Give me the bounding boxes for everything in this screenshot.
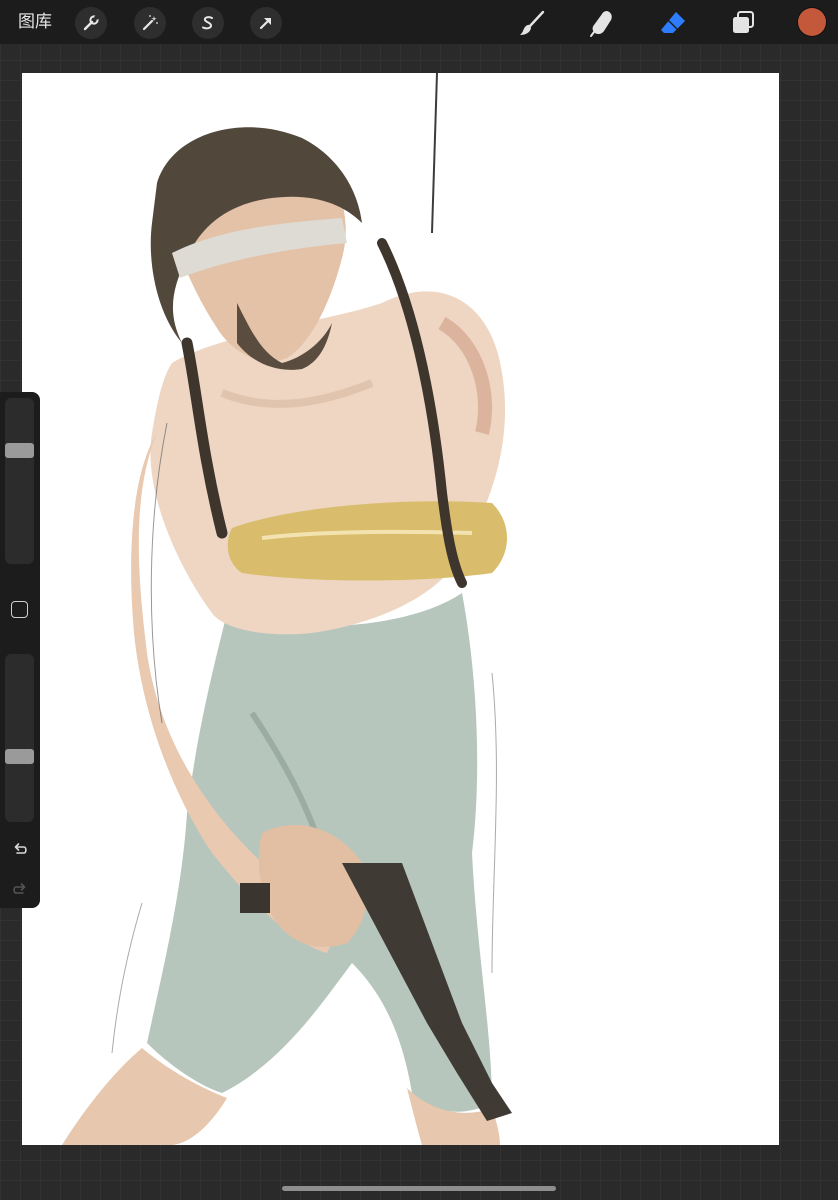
brush-tool-button[interactable]: [515, 6, 549, 40]
magic-wand-icon: [142, 15, 158, 31]
square-modifier-icon[interactable]: [11, 601, 28, 618]
top-toolbar: 图库: [0, 0, 838, 44]
opacity-thumb[interactable]: [5, 749, 34, 764]
home-indicator[interactable]: [282, 1186, 556, 1191]
smudge-tool-button[interactable]: [585, 6, 619, 40]
redo-button[interactable]: [8, 877, 32, 901]
layers-button[interactable]: [726, 6, 760, 40]
undo-icon: [14, 843, 27, 854]
brush-size-slider[interactable]: [5, 398, 34, 564]
adjustments-button[interactable]: [134, 7, 166, 39]
left-sidebar: [0, 392, 40, 908]
arrow-cursor-icon: [259, 18, 271, 30]
smudge-finger-icon: [590, 11, 612, 37]
actions-button[interactable]: [75, 7, 107, 39]
transform-button[interactable]: [250, 7, 282, 39]
selection-s-icon: [202, 16, 213, 30]
selection-button[interactable]: [192, 7, 224, 39]
color-picker-button[interactable]: [798, 8, 826, 36]
figure-sketch-artwork: [62, 73, 512, 1145]
brush-size-thumb[interactable]: [5, 443, 34, 458]
undo-button[interactable]: [8, 837, 32, 861]
wrench-icon: [83, 15, 99, 31]
brush-icon: [520, 10, 545, 35]
gallery-button[interactable]: 图库: [18, 11, 52, 33]
drawing-canvas[interactable]: [22, 73, 779, 1145]
layers-icon: [733, 11, 754, 33]
eraser-icon: [661, 12, 685, 33]
opacity-slider[interactable]: [5, 654, 34, 822]
eraser-tool-button[interactable]: [656, 6, 690, 40]
redo-icon: [13, 883, 26, 894]
